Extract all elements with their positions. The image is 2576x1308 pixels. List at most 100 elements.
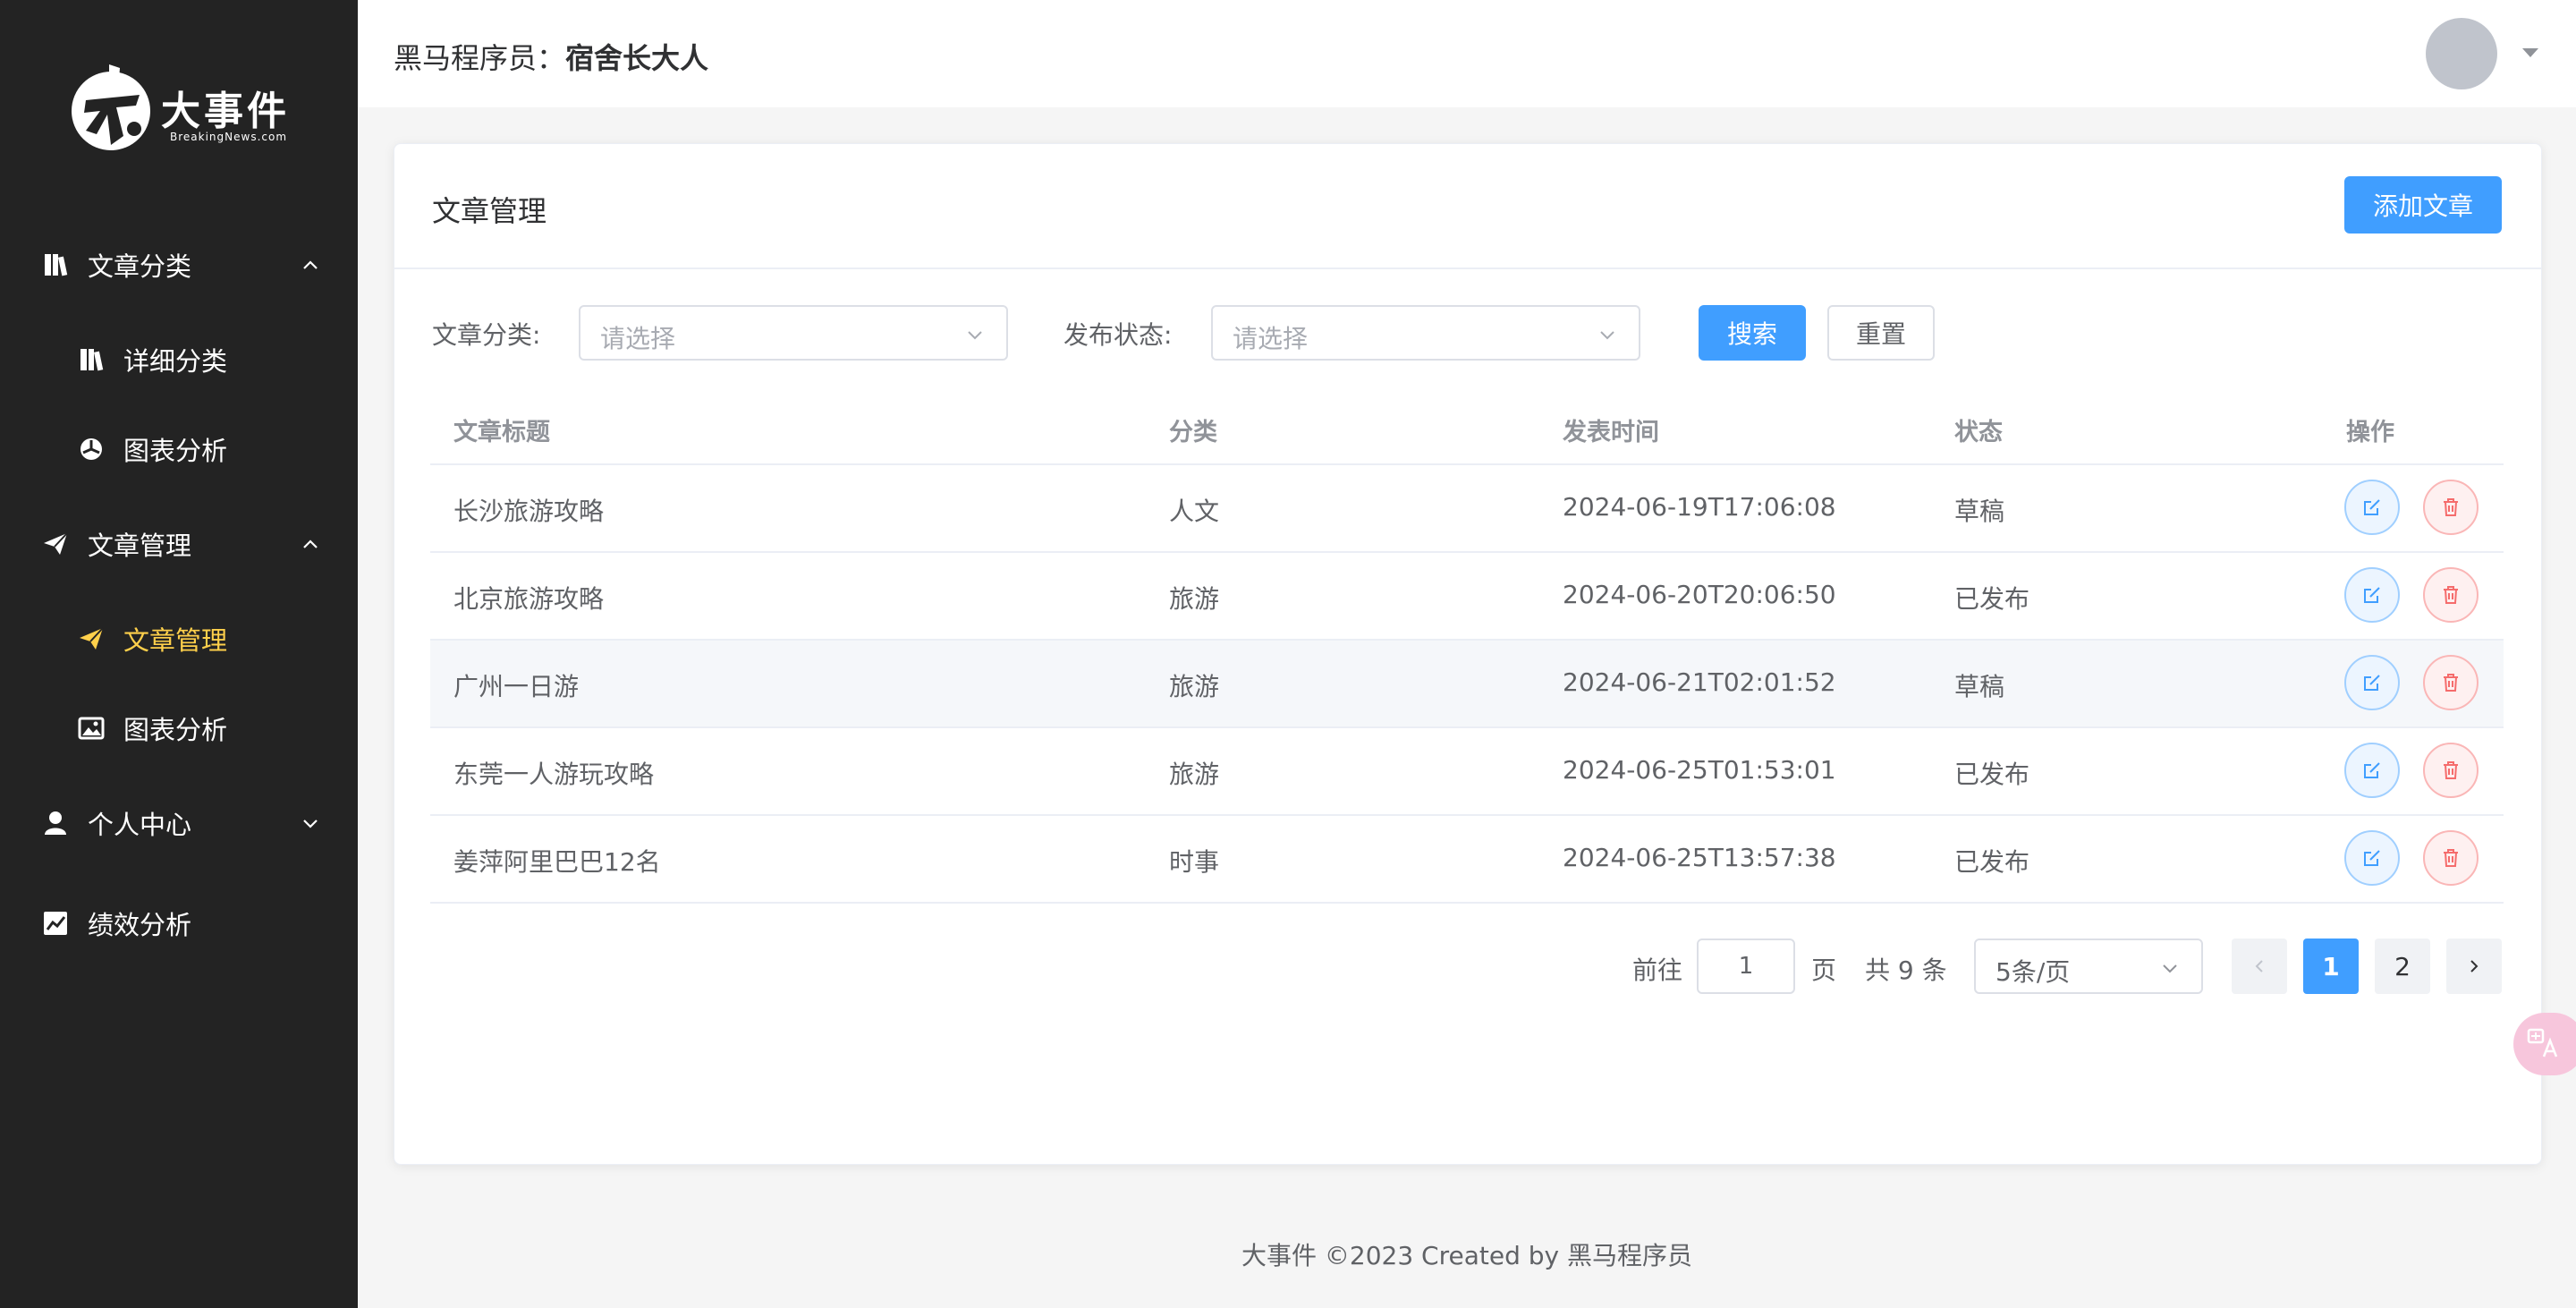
- cell-title: 长沙旅游攻略: [453, 497, 605, 526]
- cell-category: 旅游: [1169, 760, 1220, 789]
- sidebar-item-label: 文章管理: [88, 531, 192, 561]
- category-select-placeholder: 请选择: [600, 324, 676, 353]
- reset-button[interactable]: 重置: [1827, 305, 1935, 361]
- chevron-down-icon: [968, 331, 982, 340]
- sidebar-item-chart-analysis[interactable]: 图表分析: [0, 404, 358, 494]
- cell-category: 旅游: [1169, 672, 1220, 701]
- trash-icon: [2444, 674, 2458, 692]
- sidebar: 大事件 BreakingNews.com 文章分类 详细分类 图表分析 文章管理…: [0, 0, 358, 1308]
- cell-title: 东莞一人游玩攻略: [453, 760, 655, 789]
- column-header-state: 状态: [1954, 419, 2003, 446]
- edit-button[interactable]: [2344, 655, 2400, 710]
- sidebar-item-article-manage-sub[interactable]: 文章管理: [0, 594, 358, 684]
- top-header: 黑马程序员：宿舍长大人: [358, 0, 2576, 107]
- sidebar-item-label: 图表分析: [123, 715, 228, 745]
- sidebar-item-article-manage[interactable]: 文章管理: [0, 499, 358, 589]
- cell-time: 2024-06-21T02:01:52: [1563, 667, 1836, 697]
- chevron-down-icon: [1600, 331, 1614, 340]
- cell-title: 姜萍阿里巴巴12名: [453, 847, 661, 877]
- category-select[interactable]: 请选择: [579, 305, 1008, 361]
- delete-button[interactable]: [2423, 567, 2479, 623]
- cell-category: 人文: [1169, 497, 1220, 526]
- sidebar-item-personal-center[interactable]: 个人中心: [0, 778, 358, 868]
- translate-icon: [2527, 1028, 2558, 1057]
- delete-button[interactable]: [2423, 655, 2479, 710]
- avatar[interactable]: [2426, 18, 2497, 89]
- line-chart-icon: [41, 909, 70, 938]
- delete-button[interactable]: [2423, 743, 2479, 798]
- edit-button[interactable]: [2344, 743, 2400, 798]
- sidebar-item-performance[interactable]: 绩效分析: [0, 879, 358, 968]
- edit-icon: [2364, 587, 2380, 603]
- sidebar-item-detail-category[interactable]: 详细分类: [0, 315, 358, 404]
- table-row[interactable]: 东莞一人游玩攻略 旅游 2024-06-25T01:53:01 已发布: [430, 728, 2504, 816]
- search-button[interactable]: 搜索: [1699, 305, 1806, 361]
- sidebar-item-label: 个人中心: [88, 810, 192, 840]
- cell-category: 时事: [1169, 847, 1220, 877]
- edit-button[interactable]: [2344, 567, 2400, 623]
- card-header: 文章管理 添加文章: [394, 144, 2541, 269]
- edit-icon: [2364, 850, 2380, 866]
- brand-subtitle: BreakingNews.com: [170, 131, 288, 143]
- header-greeting: 黑马程序员：宿舍长大人: [394, 36, 708, 77]
- cell-state: 草稿: [1954, 672, 2005, 701]
- table-row[interactable]: 长沙旅游攻略 人文 2024-06-19T17:06:08 草稿: [430, 465, 2504, 553]
- edit-icon: [2364, 499, 2380, 515]
- cell-state: 已发布: [1954, 584, 2030, 614]
- page-size-select[interactable]: 5条/页: [1974, 939, 2203, 994]
- state-filter-label: 发布状态:: [1063, 320, 1173, 350]
- state-select[interactable]: 请选择: [1211, 305, 1640, 361]
- column-header-category: 分类: [1169, 419, 1217, 446]
- book-icon: [41, 251, 70, 279]
- page-number-button[interactable]: 1: [2303, 939, 2359, 994]
- chevron-down-icon: [303, 820, 318, 828]
- paper-plane-icon: [41, 530, 70, 558]
- prev-page-button[interactable]: [2232, 939, 2287, 994]
- pagination-goto-input[interactable]: [1697, 939, 1795, 994]
- trash-icon: [2444, 498, 2458, 516]
- add-article-button[interactable]: 添加文章: [2344, 176, 2502, 234]
- cell-time: 2024-06-19T17:06:08: [1563, 492, 1836, 522]
- user-icon: [41, 809, 70, 837]
- edit-button[interactable]: [2344, 830, 2400, 886]
- logo-mark-icon: [72, 64, 150, 150]
- sidebar-item-category[interactable]: 文章分类: [0, 220, 358, 310]
- edit-button[interactable]: [2344, 480, 2400, 535]
- trash-icon: [2444, 761, 2458, 779]
- cell-time: 2024-06-25T01:53:01: [1563, 755, 1836, 785]
- cell-state: 已发布: [1954, 760, 2030, 789]
- pie-chart-icon: [77, 435, 106, 463]
- pagination-total: 共 9 条: [1865, 956, 1947, 985]
- delete-button[interactable]: [2423, 480, 2479, 535]
- table-row[interactable]: 北京旅游攻略 旅游 2024-06-20T20:06:50 已发布: [430, 553, 2504, 641]
- state-select-placeholder: 请选择: [1233, 324, 1309, 353]
- caret-down-icon[interactable]: [2522, 48, 2538, 57]
- cell-category: 旅游: [1169, 584, 1220, 614]
- brand-name: 大事件: [161, 89, 290, 134]
- paper-plane-icon: [77, 624, 106, 653]
- next-page-button[interactable]: [2446, 939, 2502, 994]
- chevron-down-icon: [2163, 964, 2177, 973]
- sidebar-item-label: 绩效分析: [88, 910, 192, 940]
- sidebar-item-label: 文章分类: [88, 251, 192, 282]
- column-header-actions: 操作: [2346, 419, 2394, 446]
- delete-button[interactable]: [2423, 830, 2479, 886]
- cell-title: 北京旅游攻略: [453, 584, 605, 614]
- table-row[interactable]: 姜萍阿里巴巴12名 时事 2024-06-25T13:57:38 已发布: [430, 816, 2504, 904]
- trash-icon: [2444, 586, 2458, 604]
- page-number-button[interactable]: 2: [2375, 939, 2430, 994]
- translate-widget-button[interactable]: [2513, 1013, 2576, 1075]
- category-filter-label: 文章分类:: [432, 320, 541, 350]
- sidebar-item-chart-analysis-2[interactable]: 图表分析: [0, 684, 358, 773]
- book-icon: [77, 345, 106, 374]
- cell-title: 广州一日游: [453, 672, 580, 701]
- header-username: 宿舍长大人: [565, 41, 709, 75]
- cell-time: 2024-06-20T20:06:50: [1563, 580, 1836, 609]
- table-row[interactable]: 广州一日游 旅游 2024-06-21T02:01:52 草稿: [430, 641, 2504, 728]
- trash-icon: [2444, 849, 2458, 867]
- edit-icon: [2364, 675, 2380, 691]
- sidebar-item-label: 详细分类: [123, 346, 228, 377]
- cell-state: 已发布: [1954, 847, 2030, 877]
- column-header-time: 发表时间: [1563, 419, 1659, 446]
- page-footer: 大事件 ©2023 Created by 黑马程序员: [1241, 1241, 1692, 1270]
